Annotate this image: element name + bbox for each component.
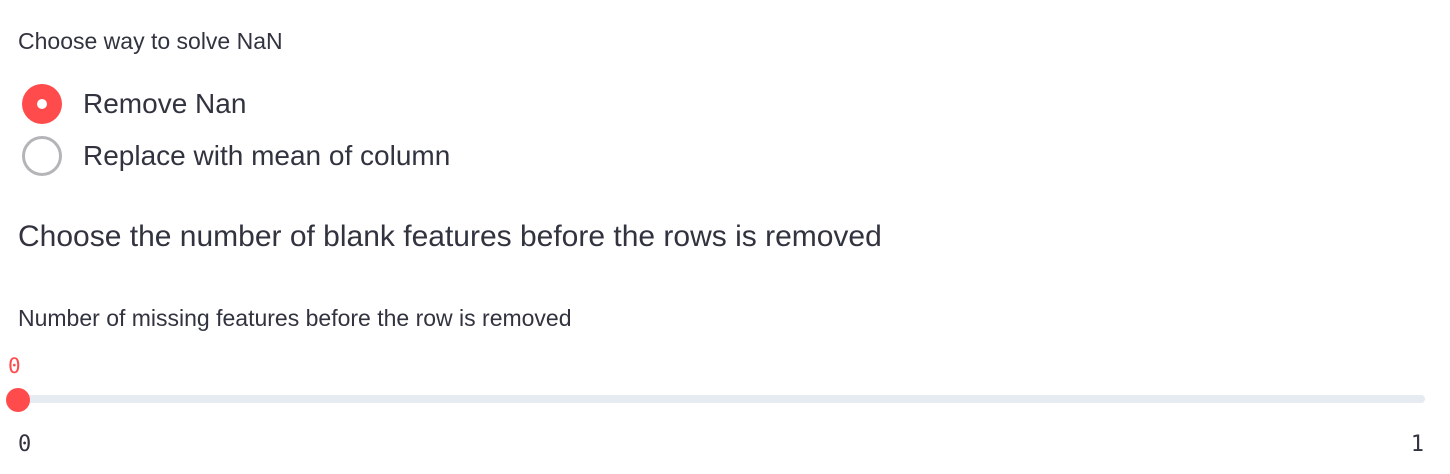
radio-unchecked-icon[interactable] [22,136,62,176]
section-heading: Choose the number of blank features befo… [18,220,882,253]
slider-label: Number of missing features before the ro… [18,305,572,331]
slider-min-label: 0 [18,432,32,457]
slider-max-label: 1 [1410,432,1424,457]
slider-current-value: 0 [8,354,21,378]
slider-track[interactable] [18,395,1425,403]
radio-option-replace-mean[interactable]: Replace with mean of column [22,135,450,177]
radio-option-remove-nan[interactable]: Remove Nan [22,83,246,125]
radio-option-label: Remove Nan [83,88,247,119]
radio-checked-icon[interactable] [22,84,62,124]
radio-group-label: Choose way to solve NaN [18,28,283,54]
slider-thumb[interactable] [6,388,30,412]
radio-option-label: Replace with mean of column [83,140,451,171]
